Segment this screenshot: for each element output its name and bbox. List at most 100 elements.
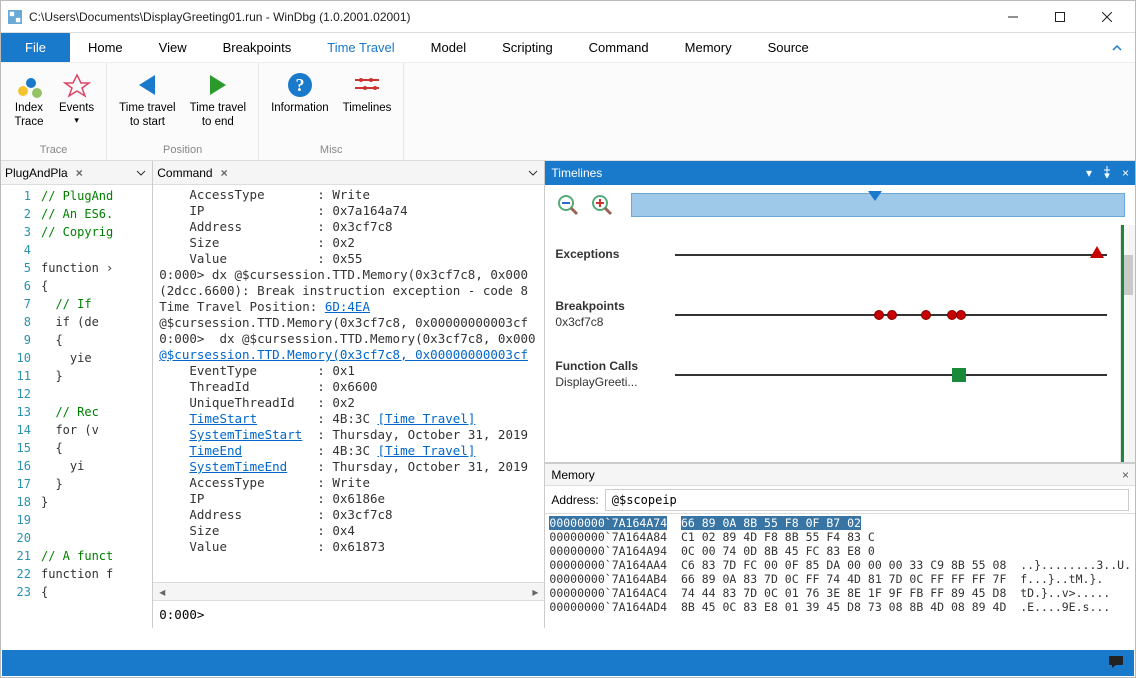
address-input[interactable] (605, 489, 1129, 511)
time-travel-end-button[interactable]: Time travel to end (186, 67, 250, 132)
functions-track[interactable] (675, 374, 1107, 376)
timelines-title: Timelines (551, 166, 602, 180)
events-label: Events (59, 101, 94, 115)
code-line: 8 if (de (1, 313, 152, 331)
pin-icon[interactable] (1102, 166, 1112, 181)
scroll-right-icon[interactable]: ▸ (526, 585, 544, 599)
memory-row: 00000000`7A164AC4 74 44 83 7D 0C 01 76 3… (549, 586, 1131, 600)
index-trace-button[interactable]: Index Trace (9, 67, 49, 132)
menu-view[interactable]: View (141, 33, 205, 62)
code-line: 22function f (1, 565, 152, 583)
memory-row: 00000000`7A164AD4 8B 45 0C 83 E8 01 39 4… (549, 600, 1131, 614)
menu-command[interactable]: Command (571, 33, 667, 62)
timeline-row-functions: Function CallsDisplayGreeti... (545, 345, 1135, 405)
dropdown-icon[interactable] (526, 166, 540, 180)
zoom-in-button[interactable] (589, 192, 615, 218)
memory-row: 00000000`7A164AA4 C6 83 7D FC 00 0F 85 D… (549, 558, 1131, 572)
status-bar (2, 650, 1134, 676)
play-back-icon (131, 69, 163, 101)
close-icon[interactable]: × (72, 166, 87, 180)
playhead[interactable] (1121, 225, 1124, 462)
feedback-icon[interactable] (1108, 655, 1124, 672)
command-tab[interactable]: Command × (153, 161, 544, 185)
breakpoint-marker-icon[interactable] (874, 310, 884, 320)
code-line: 5function › (1, 259, 152, 277)
breakpoints-track[interactable] (675, 314, 1107, 316)
code-line: 1// PlugAnd (1, 187, 152, 205)
menu-model[interactable]: Model (413, 33, 484, 62)
svg-text:?: ? (295, 75, 304, 95)
index-icon (13, 69, 45, 101)
time-travel-start-button[interactable]: Time travel to start (115, 67, 179, 132)
code-line: 7 // If (1, 295, 152, 313)
timelines-header: Timelines ▾ × (545, 161, 1135, 185)
function-call-marker-icon[interactable] (952, 368, 966, 382)
breakpoint-marker-icon[interactable] (956, 310, 966, 320)
memory-row: 00000000`7A164A84 C1 02 89 4D F8 8B 55 F… (549, 530, 1131, 544)
command-output[interactable]: AccessType : Write IP : 0x7a164a74 Addre… (153, 185, 544, 582)
memory-dump[interactable]: 00000000`7A164A74 66 89 0A 8B 55 F8 0F B… (545, 514, 1135, 628)
source-pane: PlugAndPla × 1// PlugAnd2// An ES6.3// C… (1, 161, 153, 628)
minimize-button[interactable] (990, 3, 1035, 31)
menu-scripting[interactable]: Scripting (484, 33, 571, 62)
menu-breakpoints[interactable]: Breakpoints (205, 33, 310, 62)
menu-source[interactable]: Source (750, 33, 827, 62)
info-label: Information (271, 101, 329, 115)
h-scrollbar[interactable]: ◂ ▸ (153, 582, 544, 600)
memory-row: 00000000`7A164A94 0C 00 74 0D 8B 45 FC 8… (549, 544, 1131, 558)
memory-title: Memory (551, 468, 594, 482)
slider-thumb-icon[interactable] (868, 191, 882, 201)
breakpoint-marker-icon[interactable] (887, 310, 897, 320)
exceptions-track[interactable] (675, 254, 1107, 256)
command-tab-label: Command (157, 166, 212, 180)
code-line: 18} (1, 493, 152, 511)
dropdown-icon[interactable] (134, 166, 148, 180)
close-icon[interactable]: × (1122, 166, 1129, 181)
group-position-label: Position (115, 142, 250, 160)
tt-start-label: Time travel to start (119, 101, 175, 130)
zoom-out-button[interactable] (555, 192, 581, 218)
command-input[interactable]: 0:000> (153, 600, 544, 628)
menu-home[interactable]: Home (70, 33, 141, 62)
close-button[interactable] (1084, 3, 1129, 31)
code-line: 16 yi (1, 457, 152, 475)
code-line: 20 (1, 529, 152, 547)
timelines-label: Timelines (343, 101, 392, 115)
close-icon[interactable]: × (1122, 468, 1129, 482)
window-dropdown-icon[interactable]: ▾ (1086, 166, 1092, 181)
exceptions-label: Exceptions (555, 247, 619, 261)
ribbon-collapse-icon[interactable] (1099, 33, 1135, 62)
code-line: 12 (1, 385, 152, 403)
source-code[interactable]: 1// PlugAnd2// An ES6.3// Copyrig45funct… (1, 185, 152, 628)
code-line: 13 // Rec (1, 403, 152, 421)
memory-row: 00000000`7A164A74 66 89 0A 8B 55 F8 0F B… (549, 516, 1131, 530)
info-icon: ? (284, 69, 316, 101)
menu-file[interactable]: File (1, 33, 70, 62)
ribbon: Index Trace Events ▾ Trace Time travel t… (1, 63, 1135, 161)
menu-time-travel[interactable]: Time Travel (309, 33, 412, 62)
group-misc-label: Misc (267, 142, 395, 160)
address-label: Address: (551, 493, 598, 507)
breakpoint-marker-icon[interactable] (921, 310, 931, 320)
workspace: PlugAndPla × 1// PlugAnd2// An ES6.3// C… (1, 161, 1135, 628)
memory-row: 00000000`7A164AB4 66 89 0A 83 7D 0C FF 7… (549, 572, 1131, 586)
information-button[interactable]: ? Information (267, 67, 333, 117)
close-icon[interactable]: × (217, 166, 232, 180)
code-line: 6{ (1, 277, 152, 295)
timeline-overview-slider[interactable] (631, 193, 1125, 217)
index-trace-label: Index Trace (15, 101, 44, 130)
events-icon (61, 69, 93, 101)
code-line: 11 } (1, 367, 152, 385)
breakpoints-label: Breakpoints (555, 299, 624, 313)
scroll-left-icon[interactable]: ◂ (153, 585, 171, 599)
events-button[interactable]: Events ▾ (55, 67, 98, 132)
menu-memory[interactable]: Memory (667, 33, 750, 62)
right-column: Timelines ▾ × Exceptions Breakpoints0x (545, 161, 1135, 628)
exception-marker-icon[interactable] (1090, 246, 1104, 258)
timelines-icon (351, 69, 383, 101)
maximize-button[interactable] (1037, 3, 1082, 31)
code-line: 3// Copyrig (1, 223, 152, 241)
source-tab[interactable]: PlugAndPla × (1, 161, 152, 185)
dropdown-icon: ▾ (74, 115, 79, 126)
timelines-button[interactable]: Timelines (339, 67, 396, 117)
